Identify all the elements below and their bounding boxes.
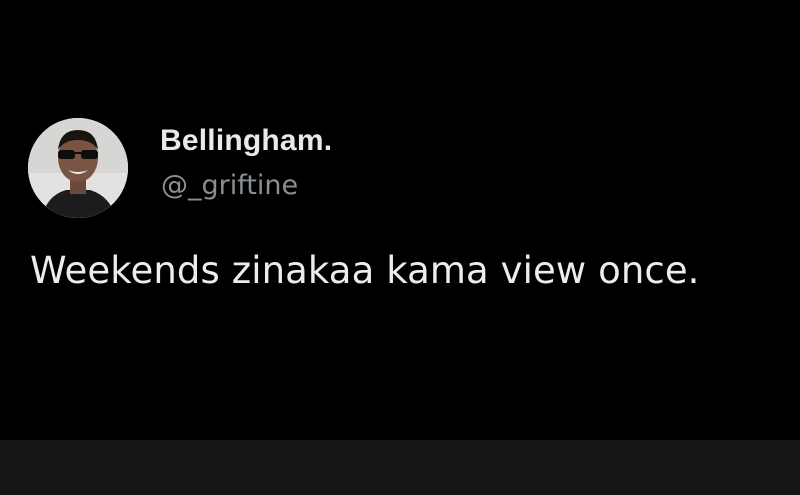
tweet-text: Weekends zinakaa kama view once. [30, 249, 700, 292]
user-handle[interactable]: @_griftine [161, 170, 298, 201]
display-name[interactable]: Bellingham. [160, 124, 332, 158]
avatar[interactable] [28, 118, 128, 218]
avatar-photo [28, 118, 128, 218]
tweet-card: Bellingham. @_griftine Weekends zinakaa … [0, 0, 800, 440]
screenshot-page: Bellingham. @_griftine Weekends zinakaa … [0, 0, 800, 495]
bottom-strip [0, 440, 800, 495]
